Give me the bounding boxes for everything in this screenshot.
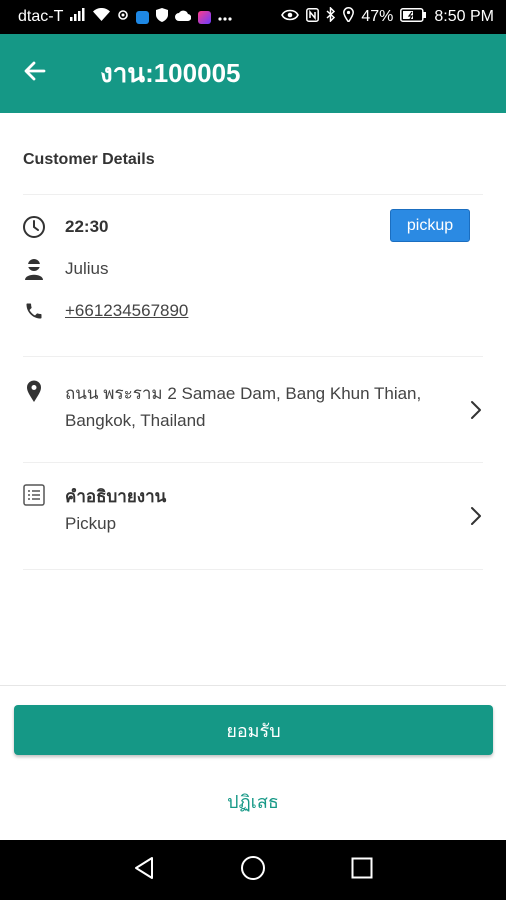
chevron-right-icon <box>468 398 484 422</box>
arrow-left-icon <box>23 59 47 88</box>
address-text: ถนน พระราม 2 Samae Dam, Bang Khun Thian,… <box>65 380 421 434</box>
status-bar: dtac-T 47% 8:50 PM <box>0 0 506 34</box>
divider <box>23 569 483 570</box>
status-left: dtac-T <box>18 7 232 27</box>
clock: 8:50 PM <box>434 8 494 25</box>
circle-home-icon <box>240 855 266 886</box>
location-service-icon <box>117 8 129 26</box>
nav-home-button[interactable] <box>233 850 273 890</box>
customer-name: Julius <box>65 259 109 278</box>
status-right: 47% 8:50 PM <box>281 6 494 27</box>
job-description-value: Pickup <box>65 514 117 533</box>
cloud-icon <box>175 8 192 26</box>
page-title: งาน:100005 <box>100 58 241 88</box>
bluetooth-icon <box>326 6 336 27</box>
location-icon <box>343 7 355 27</box>
triangle-back-icon <box>133 856 155 885</box>
back-button[interactable] <box>0 34 70 113</box>
app-notification-icon <box>136 10 150 24</box>
signal-icon <box>70 8 86 26</box>
more-notifications-icon <box>218 8 232 26</box>
job-details-content: Customer Details 22:30 pickup Julius +66… <box>0 113 506 685</box>
accept-button[interactable]: ยอมรับ <box>14 705 493 755</box>
address-line-2: Bangkok, Thailand <box>65 411 206 430</box>
action-panel: ยอมรับ ปฏิเสธ <box>0 685 506 840</box>
job-description-row[interactable]: คำอธิบายงาน Pickup <box>0 463 506 568</box>
square-recents-icon <box>351 857 373 884</box>
divider <box>23 194 483 195</box>
chevron-right-icon <box>468 504 484 528</box>
job-description-label: คำอธิบายงาน <box>65 487 167 506</box>
eye-comfort-icon <box>281 8 300 26</box>
list-icon <box>22 483 46 507</box>
phone-icon <box>22 299 46 323</box>
job-description-text: คำอธิบายงาน Pickup <box>65 483 166 537</box>
person-icon <box>22 257 46 281</box>
wifi-icon <box>93 7 111 26</box>
battery-icon <box>400 7 427 27</box>
shield-icon <box>156 7 169 27</box>
battery-percent: 47% <box>361 8 394 25</box>
app-icon <box>198 10 212 24</box>
nav-recents-button[interactable] <box>342 850 382 890</box>
nfc-icon <box>306 7 320 27</box>
section-title-customer-details: Customer Details <box>23 151 155 168</box>
carrier-label: dtac-T <box>18 8 64 25</box>
job-type-badge: pickup <box>390 209 470 242</box>
customer-phone-link[interactable]: +661234567890 <box>65 301 188 321</box>
address-row[interactable]: ถนน พระราม 2 Samae Dam, Bang Khun Thian,… <box>0 357 506 461</box>
reject-button[interactable]: ปฏิเสธ <box>0 786 506 816</box>
address-line-1: ถนน พระราม 2 Samae Dam, Bang Khun Thian, <box>65 384 422 403</box>
map-pin-icon <box>22 379 46 403</box>
nav-back-button[interactable] <box>124 850 164 890</box>
system-nav-bar <box>0 840 506 900</box>
pickup-time: 22:30 <box>65 217 109 236</box>
app-bar: งาน:100005 <box>0 34 506 113</box>
clock-icon <box>22 215 46 239</box>
